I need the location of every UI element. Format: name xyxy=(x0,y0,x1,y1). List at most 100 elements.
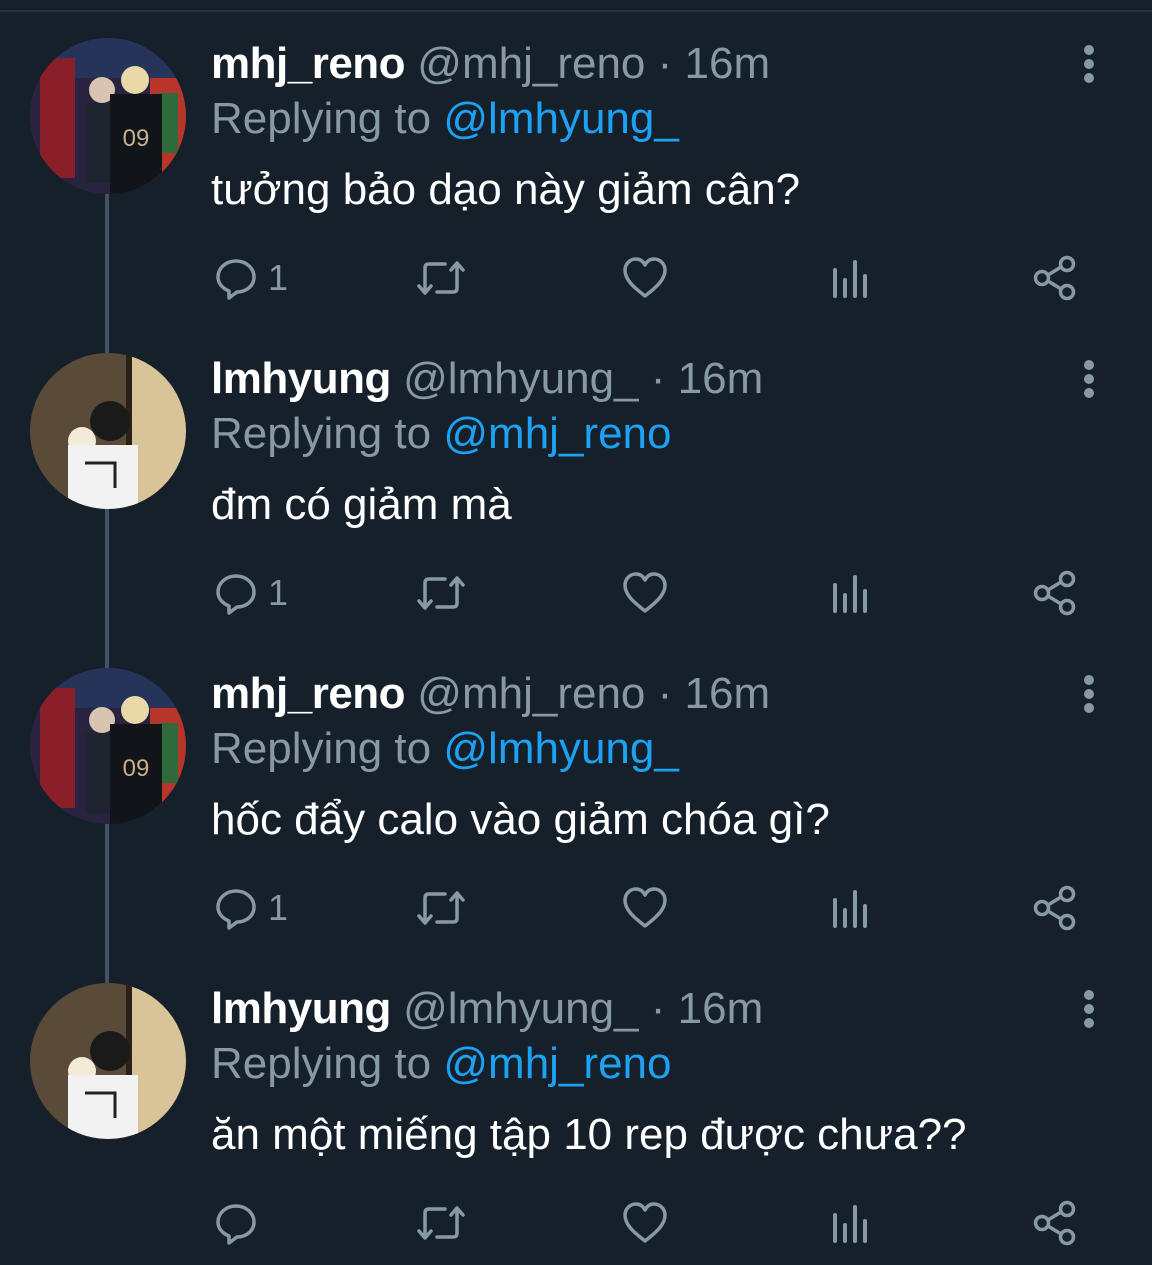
tweet-header: mhj_reno @mhj_reno · 16m xyxy=(211,38,770,90)
tweet-text: đm có giảm mà xyxy=(211,480,512,529)
display-name[interactable]: mhj_reno xyxy=(211,669,406,718)
more-options-icon[interactable] xyxy=(1070,357,1108,401)
action-bar: 1 xyxy=(0,880,1152,936)
like-button[interactable] xyxy=(622,880,668,936)
mention-link[interactable]: @mhj_reno xyxy=(443,1039,671,1088)
retweet-button[interactable] xyxy=(415,565,467,621)
thread-connector xyxy=(105,630,109,668)
timestamp[interactable]: 16m xyxy=(685,39,771,88)
avatar[interactable]: 09 xyxy=(30,668,186,824)
reply-count: 1 xyxy=(268,887,289,928)
retweet-icon xyxy=(415,571,467,615)
share-icon xyxy=(1032,570,1078,616)
tweet[interactable]: 09 mhj_reno @mhj_reno · 16m Replying to … xyxy=(0,0,1152,315)
analytics-icon xyxy=(830,571,870,615)
analytics-icon xyxy=(830,256,870,300)
retweet-button[interactable] xyxy=(415,880,467,936)
replying-to-label: Replying to xyxy=(211,1039,432,1088)
reply-icon xyxy=(214,886,258,930)
retweet-icon xyxy=(415,256,467,300)
action-bar xyxy=(0,1195,1152,1251)
thread-connector xyxy=(105,315,109,353)
tweet-header: mhj_reno @mhj_reno · 16m xyxy=(211,668,770,720)
display-name[interactable]: lmhyung xyxy=(211,984,391,1033)
analytics-button[interactable] xyxy=(830,250,870,306)
timestamp[interactable]: 16m xyxy=(685,669,771,718)
reply-button[interactable] xyxy=(214,1195,268,1251)
like-button[interactable] xyxy=(622,565,668,621)
tweet-text: ăn một miếng tập 10 rep được chưa?? xyxy=(211,1110,967,1159)
display-name[interactable]: mhj_reno xyxy=(211,39,406,88)
timestamp[interactable]: 16m xyxy=(678,354,764,403)
mention-link[interactable]: @mhj_reno xyxy=(443,409,671,458)
reply-icon xyxy=(214,256,258,300)
analytics-button[interactable] xyxy=(830,1195,870,1251)
share-button[interactable] xyxy=(1032,250,1078,306)
separator-dot: · xyxy=(650,354,666,403)
retweet-button[interactable] xyxy=(415,250,467,306)
reply-icon xyxy=(214,1201,258,1245)
reply-button[interactable]: 1 xyxy=(214,250,288,306)
user-handle[interactable]: @mhj_reno xyxy=(417,669,645,718)
like-icon xyxy=(622,886,668,930)
thread-connector xyxy=(105,945,109,983)
replying-to-label: Replying to xyxy=(211,724,432,773)
tweet[interactable]: 09 mhj_reno @mhj_reno · 16m Replying to … xyxy=(0,630,1152,945)
tweet-text: tưởng bảo dạo này giảm cân? xyxy=(211,165,801,214)
action-bar: 1 xyxy=(0,250,1152,306)
reply-button[interactable]: 1 xyxy=(214,565,288,621)
tweet[interactable]: lmhyung @lmhyung_ · 16m Replying to @mhj… xyxy=(0,945,1152,1260)
retweet-icon xyxy=(415,1201,467,1245)
user-handle[interactable]: @lmhyung_ xyxy=(403,354,638,403)
reply-count: 1 xyxy=(268,572,289,613)
analytics-icon xyxy=(830,1201,870,1245)
analytics-button[interactable] xyxy=(830,565,870,621)
retweet-button[interactable] xyxy=(415,1195,467,1251)
reply-icon xyxy=(214,571,258,615)
reply-count: 1 xyxy=(268,257,289,298)
like-icon xyxy=(622,571,668,615)
like-icon xyxy=(622,1201,668,1245)
replying-to-label: Replying to xyxy=(211,409,432,458)
replying-to: Replying to @mhj_reno xyxy=(211,1038,671,1090)
replying-to-label: Replying to xyxy=(211,94,432,143)
avatar[interactable]: 09 xyxy=(30,38,186,194)
analytics-icon xyxy=(830,886,870,930)
retweet-icon xyxy=(415,886,467,930)
like-button[interactable] xyxy=(622,250,668,306)
separator-dot: · xyxy=(650,984,666,1033)
tweet[interactable]: lmhyung @lmhyung_ · 16m Replying to @mhj… xyxy=(0,315,1152,630)
mention-link[interactable]: @lmhyung_ xyxy=(443,724,678,773)
timestamp[interactable]: 16m xyxy=(678,984,764,1033)
tweet-header: lmhyung @lmhyung_ · 16m xyxy=(211,353,763,405)
user-handle[interactable]: @lmhyung_ xyxy=(403,984,638,1033)
replying-to: Replying to @mhj_reno xyxy=(211,408,671,460)
share-button[interactable] xyxy=(1032,1195,1078,1251)
share-icon xyxy=(1032,1200,1078,1246)
share-button[interactable] xyxy=(1032,880,1078,936)
display-name[interactable]: lmhyung xyxy=(211,354,391,403)
analytics-button[interactable] xyxy=(830,880,870,936)
tweet-header: lmhyung @lmhyung_ · 16m xyxy=(211,983,763,1035)
svg-text:09: 09 xyxy=(123,755,150,782)
tweet-text: hốc đẩy calo vào giảm chóa gì? xyxy=(211,795,830,844)
more-options-icon[interactable] xyxy=(1070,672,1108,716)
avatar[interactable] xyxy=(30,353,186,509)
more-options-icon[interactable] xyxy=(1070,987,1108,1031)
like-icon xyxy=(622,256,668,300)
user-handle[interactable]: @mhj_reno xyxy=(417,39,645,88)
avatar[interactable] xyxy=(30,983,186,1139)
reply-button[interactable]: 1 xyxy=(214,880,288,936)
separator-dot: · xyxy=(657,39,673,88)
like-button[interactable] xyxy=(622,1195,668,1251)
replying-to: Replying to @lmhyung_ xyxy=(211,723,679,775)
separator-dot: · xyxy=(657,669,673,718)
replying-to: Replying to @lmhyung_ xyxy=(211,93,679,145)
action-bar: 1 xyxy=(0,565,1152,621)
more-options-icon[interactable] xyxy=(1070,42,1108,86)
share-icon xyxy=(1032,885,1078,931)
svg-text:09: 09 xyxy=(123,125,150,152)
share-button[interactable] xyxy=(1032,565,1078,621)
mention-link[interactable]: @lmhyung_ xyxy=(443,94,678,143)
share-icon xyxy=(1032,255,1078,301)
